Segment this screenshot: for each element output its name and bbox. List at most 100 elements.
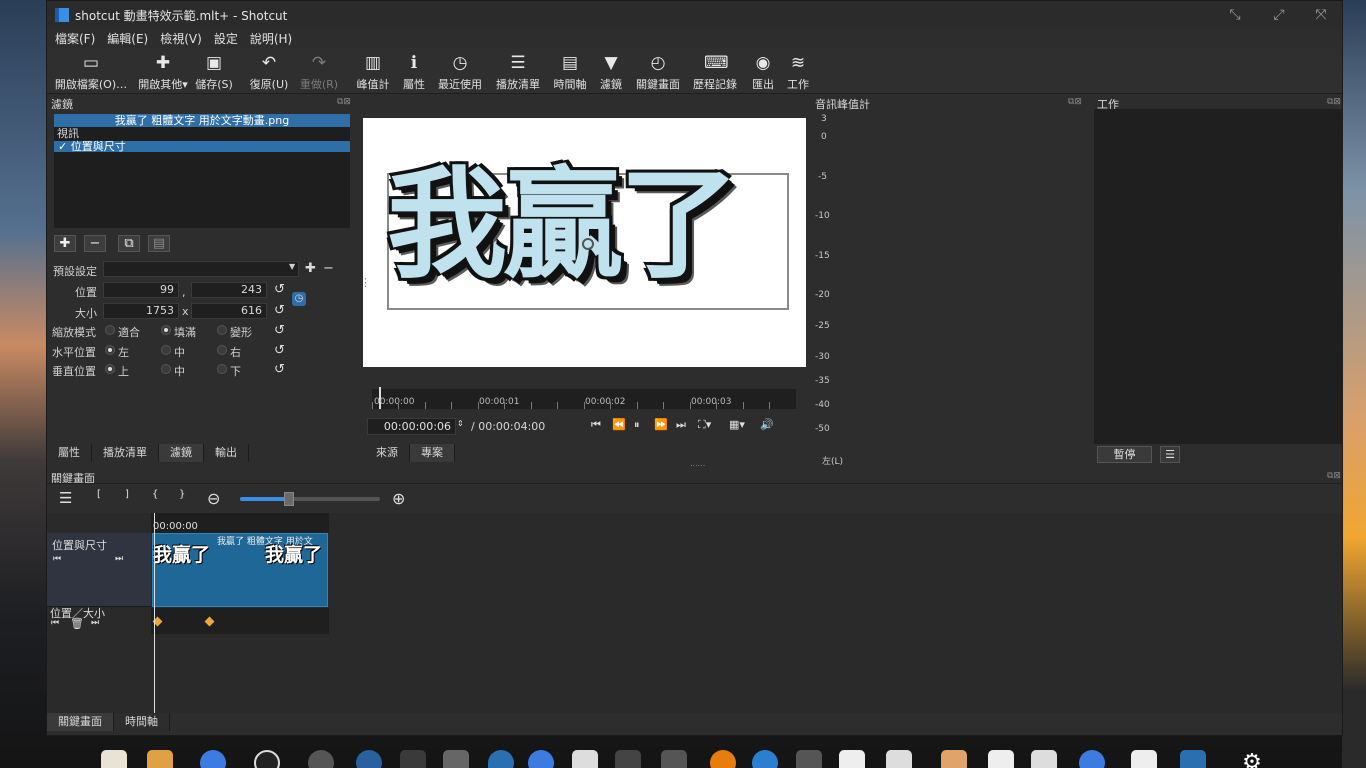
keyframes-ruler[interactable]: 00:00:00 bbox=[151, 513, 329, 533]
pause-jobs-button[interactable]: 暫停 bbox=[1097, 446, 1152, 463]
menu-settings[interactable]: 設定 bbox=[214, 30, 238, 47]
rewind-icon[interactable]: ⏪ bbox=[612, 418, 626, 431]
cat-icon[interactable] bbox=[615, 750, 641, 768]
skip-to-end-icon[interactable]: ⏭ bbox=[676, 418, 686, 432]
pause-icon[interactable]: ⏸ bbox=[634, 418, 640, 432]
chrome2-icon[interactable] bbox=[1079, 750, 1105, 768]
tab-project[interactable]: 專案 bbox=[410, 444, 455, 462]
steam-icon[interactable] bbox=[356, 750, 382, 768]
keyframes-clip[interactable]: 我贏了 我贏了 粗體文字 用於文 我贏了 bbox=[152, 533, 328, 607]
h-align-left-radio[interactable] bbox=[105, 345, 115, 355]
jobs-button[interactable]: ≋ 工作 bbox=[763, 52, 833, 92]
notepad-icon[interactable] bbox=[101, 750, 127, 768]
menu-view[interactable]: 檢視(V) bbox=[160, 30, 202, 47]
add-filter-button[interactable]: ✚ bbox=[54, 235, 76, 252]
save-preset-icon[interactable]: ✚ bbox=[305, 261, 316, 276]
maximize-icon[interactable]: ⤢ bbox=[1271, 7, 1287, 23]
open-file-button[interactable]: ▭ 開啟檔案(O)… bbox=[55, 52, 127, 92]
trash-icon[interactable]: 🗑 bbox=[70, 617, 84, 630]
tab-source[interactable]: 來源 bbox=[365, 444, 410, 462]
keyframe-lane[interactable] bbox=[151, 608, 329, 634]
chat-icon[interactable] bbox=[308, 750, 334, 768]
calculator-icon[interactable] bbox=[886, 750, 912, 768]
menu-help[interactable]: 說明(H) bbox=[250, 30, 292, 47]
jobs-menu-button[interactable]: ☰ bbox=[1160, 446, 1180, 463]
settings-icon[interactable]: ⚙ bbox=[1239, 750, 1265, 768]
v-align-middle-radio[interactable] bbox=[161, 364, 171, 374]
video-preview[interactable]: 我贏了 bbox=[363, 118, 806, 367]
tab-playlist[interactable]: 播放清單 bbox=[92, 444, 159, 462]
blender-icon[interactable] bbox=[710, 750, 736, 768]
float-dock-icon[interactable]: ⧉⊠ bbox=[337, 97, 351, 107]
keyframes-dock-icon[interactable]: ⧉⊠ bbox=[1327, 471, 1341, 481]
set-filter-end-icon[interactable]: } bbox=[179, 489, 185, 500]
chrome-icon[interactable] bbox=[200, 750, 226, 768]
transform-center-handle[interactable] bbox=[582, 238, 594, 250]
delete-preset-icon[interactable]: − bbox=[323, 261, 334, 276]
seek-previous-icon[interactable]: [ bbox=[97, 489, 101, 500]
keyframe-toggle-icon[interactable]: ◷ bbox=[292, 292, 306, 306]
chrome-dev-icon[interactable] bbox=[528, 750, 554, 768]
tab-filters[interactable]: 濾鏡 bbox=[159, 444, 204, 462]
keyframes-playhead[interactable] bbox=[154, 513, 155, 713]
copy-filter-button[interactable]: ⧉ bbox=[118, 235, 140, 252]
h-align-right-radio[interactable] bbox=[217, 345, 227, 355]
paste-filter-button[interactable]: ▤ bbox=[148, 235, 170, 252]
jobs-dock-icon[interactable]: ⧉⊠ bbox=[1327, 97, 1341, 107]
h-align-center-radio[interactable] bbox=[161, 345, 171, 355]
tab-keyframes[interactable]: 關鍵畫面 bbox=[47, 713, 114, 731]
reset-v-align-icon[interactable]: ↺ bbox=[274, 362, 285, 377]
seek-next-icon[interactable]: ] bbox=[125, 489, 129, 500]
folder-icon[interactable] bbox=[147, 750, 173, 768]
param-next-icon[interactable]: ⏭ bbox=[91, 618, 99, 628]
fast-forward-icon[interactable]: ⏩ bbox=[654, 418, 668, 431]
reset-size-icon[interactable]: ↺ bbox=[274, 303, 285, 318]
param-prev-icon[interactable]: ⏮ bbox=[51, 618, 59, 628]
tab-properties[interactable]: 屬性 bbox=[47, 444, 92, 462]
size-mode-fit-radio[interactable] bbox=[105, 325, 115, 335]
film-icon[interactable] bbox=[661, 750, 687, 768]
timecode-spinner-icon[interactable]: ⇕ bbox=[457, 419, 464, 428]
zoom-fit-icon[interactable]: ⛶▾ bbox=[698, 418, 711, 432]
file-icon[interactable] bbox=[941, 750, 967, 768]
headphones-icon[interactable] bbox=[752, 750, 778, 768]
skip-to-start-icon[interactable]: ⏮ bbox=[591, 418, 601, 432]
inkscape-icon[interactable] bbox=[443, 750, 469, 768]
document-icon[interactable] bbox=[988, 750, 1014, 768]
piano-icon[interactable] bbox=[839, 750, 865, 768]
filter-item-size-position[interactable]: ✓ 位置與尺寸 bbox=[54, 141, 350, 152]
grid-icon[interactable]: ▦▾ bbox=[729, 418, 745, 431]
size-height-field[interactable]: 616 bbox=[191, 303, 267, 319]
menu-file[interactable]: 檔案(F) bbox=[55, 30, 95, 47]
shotcut-taskbar-icon[interactable] bbox=[1180, 750, 1206, 768]
tab-timeline[interactable]: 時間軸 bbox=[114, 713, 170, 731]
remove-filter-button[interactable]: − bbox=[84, 235, 106, 252]
position-x-field[interactable]: 99 bbox=[103, 282, 179, 298]
app-icon[interactable] bbox=[400, 750, 426, 768]
seek-previous-keyframe-icon[interactable]: ⏮ bbox=[53, 554, 61, 564]
minimize-icon[interactable]: ⤡ bbox=[1227, 7, 1243, 23]
keyframe-marker[interactable] bbox=[204, 616, 215, 627]
reset-position-icon[interactable]: ↺ bbox=[274, 282, 285, 297]
drop-icon[interactable] bbox=[488, 750, 514, 768]
splitter-handle[interactable]: ...... bbox=[690, 459, 705, 468]
v-align-top-radio[interactable] bbox=[105, 364, 115, 374]
position-y-field[interactable]: 243 bbox=[191, 282, 267, 298]
volume-icon[interactable]: 🔊 bbox=[760, 418, 774, 431]
size-mode-distort-radio[interactable] bbox=[217, 325, 227, 335]
tab-export[interactable]: 輸出 bbox=[204, 444, 249, 462]
reset-size-mode-icon[interactable]: ↺ bbox=[274, 323, 285, 338]
current-timecode-field[interactable]: 00:00:00:06 bbox=[367, 418, 456, 435]
keyframes-menu-icon[interactable]: ☰ bbox=[59, 489, 72, 507]
seek-next-keyframe-icon[interactable]: ⏭ bbox=[115, 554, 123, 564]
reset-h-align-icon[interactable]: ↺ bbox=[274, 343, 285, 358]
app2-icon[interactable] bbox=[572, 750, 598, 768]
v-align-bottom-radio[interactable] bbox=[217, 364, 227, 374]
player-scrub-ruler[interactable]: 00:00:00 00:00:01 00:00:02 00:00:03 bbox=[372, 387, 796, 409]
size-width-field[interactable]: 1753 bbox=[103, 303, 179, 319]
zoom-slider[interactable] bbox=[240, 492, 380, 506]
menu-edit[interactable]: 編輯(E) bbox=[107, 30, 148, 47]
zoom-slider-handle[interactable] bbox=[284, 492, 294, 506]
close-icon[interactable]: ⤧ bbox=[1313, 7, 1329, 23]
splitter-handle[interactable]: ⋮ bbox=[360, 276, 371, 289]
